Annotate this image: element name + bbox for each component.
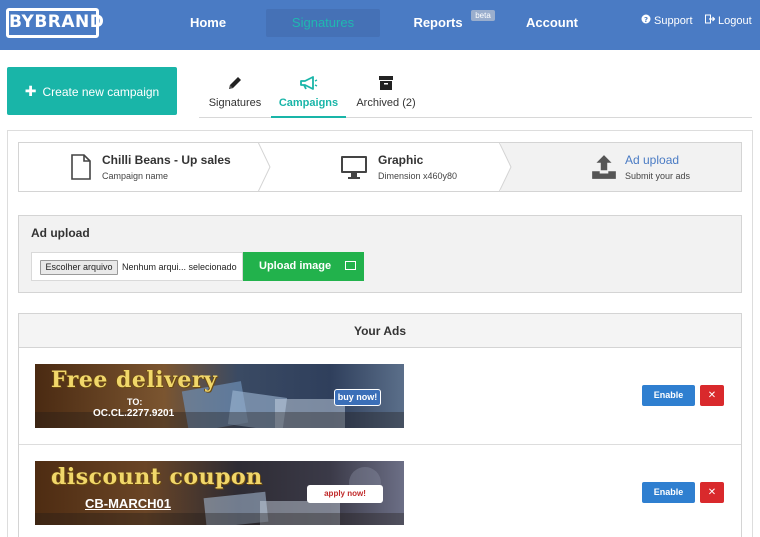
banner-code: OC.CL.2277.9201 [93,408,175,419]
enable-button[interactable]: Enable [642,482,695,503]
ad-upload-title: Ad upload [31,226,90,240]
file-status: Nenhum arqui... selecionado [122,262,237,272]
megaphone-icon [271,72,346,94]
image-icon [345,261,356,270]
banner-code: CB-MARCH01 [85,496,171,511]
ad-banner-image: discount coupon CB-MARCH01 apply now! [35,461,404,525]
pencil-icon [199,72,271,94]
ad-row: Free delivery TO: OC.CL.2277.9201 buy no… [19,349,741,445]
document-icon [71,154,91,180]
create-campaign-label: Create new campaign [42,85,160,99]
banner-cta: apply now! [307,485,383,503]
step-graphic-title: Graphic [378,153,424,167]
banner-cta: buy now! [334,389,381,406]
tab-archived-label: Archived (2) [356,97,416,109]
step-campaign-subtitle: Campaign name [102,171,169,181]
nav-home[interactable]: Home [178,9,238,37]
banner-headline: Free delivery [51,367,218,393]
help-circle-icon: ? [640,14,652,30]
file-input[interactable]: Escolher arquivo Nenhum arqui... selecio… [31,252,243,281]
nav-support[interactable]: ? Support [640,13,693,30]
logout-icon [704,14,716,30]
create-campaign-button[interactable]: ✚ Create new campaign [7,67,177,115]
tab-campaigns-label: Campaigns [278,97,339,109]
step-campaign-name[interactable]: Chilli Beans - Up sales Campaign name [19,143,260,191]
tab-campaigns[interactable]: Campaigns [271,72,346,118]
your-ads-header: Your Ads [19,314,741,348]
upload-image-button[interactable]: Upload image [243,252,364,281]
banner-to-label: TO: [127,397,143,407]
bybrand-logo[interactable]: BYBRAND [6,8,105,38]
svg-text:?: ? [644,16,648,24]
ad-upload-section: Ad upload Escolher arquivo Nenhum arqui.… [18,215,742,293]
step-upload-title: Ad upload [625,153,680,167]
support-label: Support [654,15,693,27]
step-separator-2 [499,143,512,191]
enable-button[interactable]: Enable [642,385,695,406]
nav-account[interactable]: Account [522,9,582,37]
logout-label: Logout [718,15,752,27]
step-graphic-subtitle: Dimension x460y80 [378,171,458,181]
tab-signatures-label: Signatures [208,97,262,109]
ad-row: discount coupon CB-MARCH01 apply now! En… [19,446,741,537]
beta-badge: beta [471,10,495,21]
step-upload-subtitle: Submit your ads [625,171,691,181]
nav-logout[interactable]: Logout [704,13,752,30]
campaign-steps: Chilli Beans - Up sales Campaign name Gr… [18,142,742,192]
step-ad-upload[interactable]: Ad upload Submit your ads [501,143,741,191]
step-graphic[interactable]: Graphic Dimension x460y80 [260,143,501,191]
banner-headline: discount coupon [51,464,263,490]
your-ads-panel: Your Ads Free delivery TO: OC.CL.2277.92… [18,313,742,537]
upload-image-label: Upload image [259,260,332,272]
tab-signatures[interactable]: Signatures [199,72,271,118]
step-campaign-title: Chilli Beans - Up sales [102,153,231,167]
archive-box-icon [346,72,426,94]
plus-icon: ✚ [24,83,37,99]
top-navbar: BYBRAND Home Signatures Reports beta Acc… [0,0,760,50]
choose-file-button[interactable]: Escolher arquivo [40,260,118,275]
monitor-icon [341,156,367,179]
logo-text: BYBRAND [9,12,105,32]
step-separator-1 [258,143,271,191]
tab-archived[interactable]: Archived (2) [346,72,426,118]
ad-banner-image: Free delivery TO: OC.CL.2277.9201 buy no… [35,364,404,428]
upload-icon [592,155,616,179]
nav-reports[interactable]: Reports [408,9,468,37]
delete-button[interactable]: ✕ [700,482,724,503]
nav-signatures[interactable]: Signatures [266,9,380,37]
delete-button[interactable]: ✕ [700,385,724,406]
